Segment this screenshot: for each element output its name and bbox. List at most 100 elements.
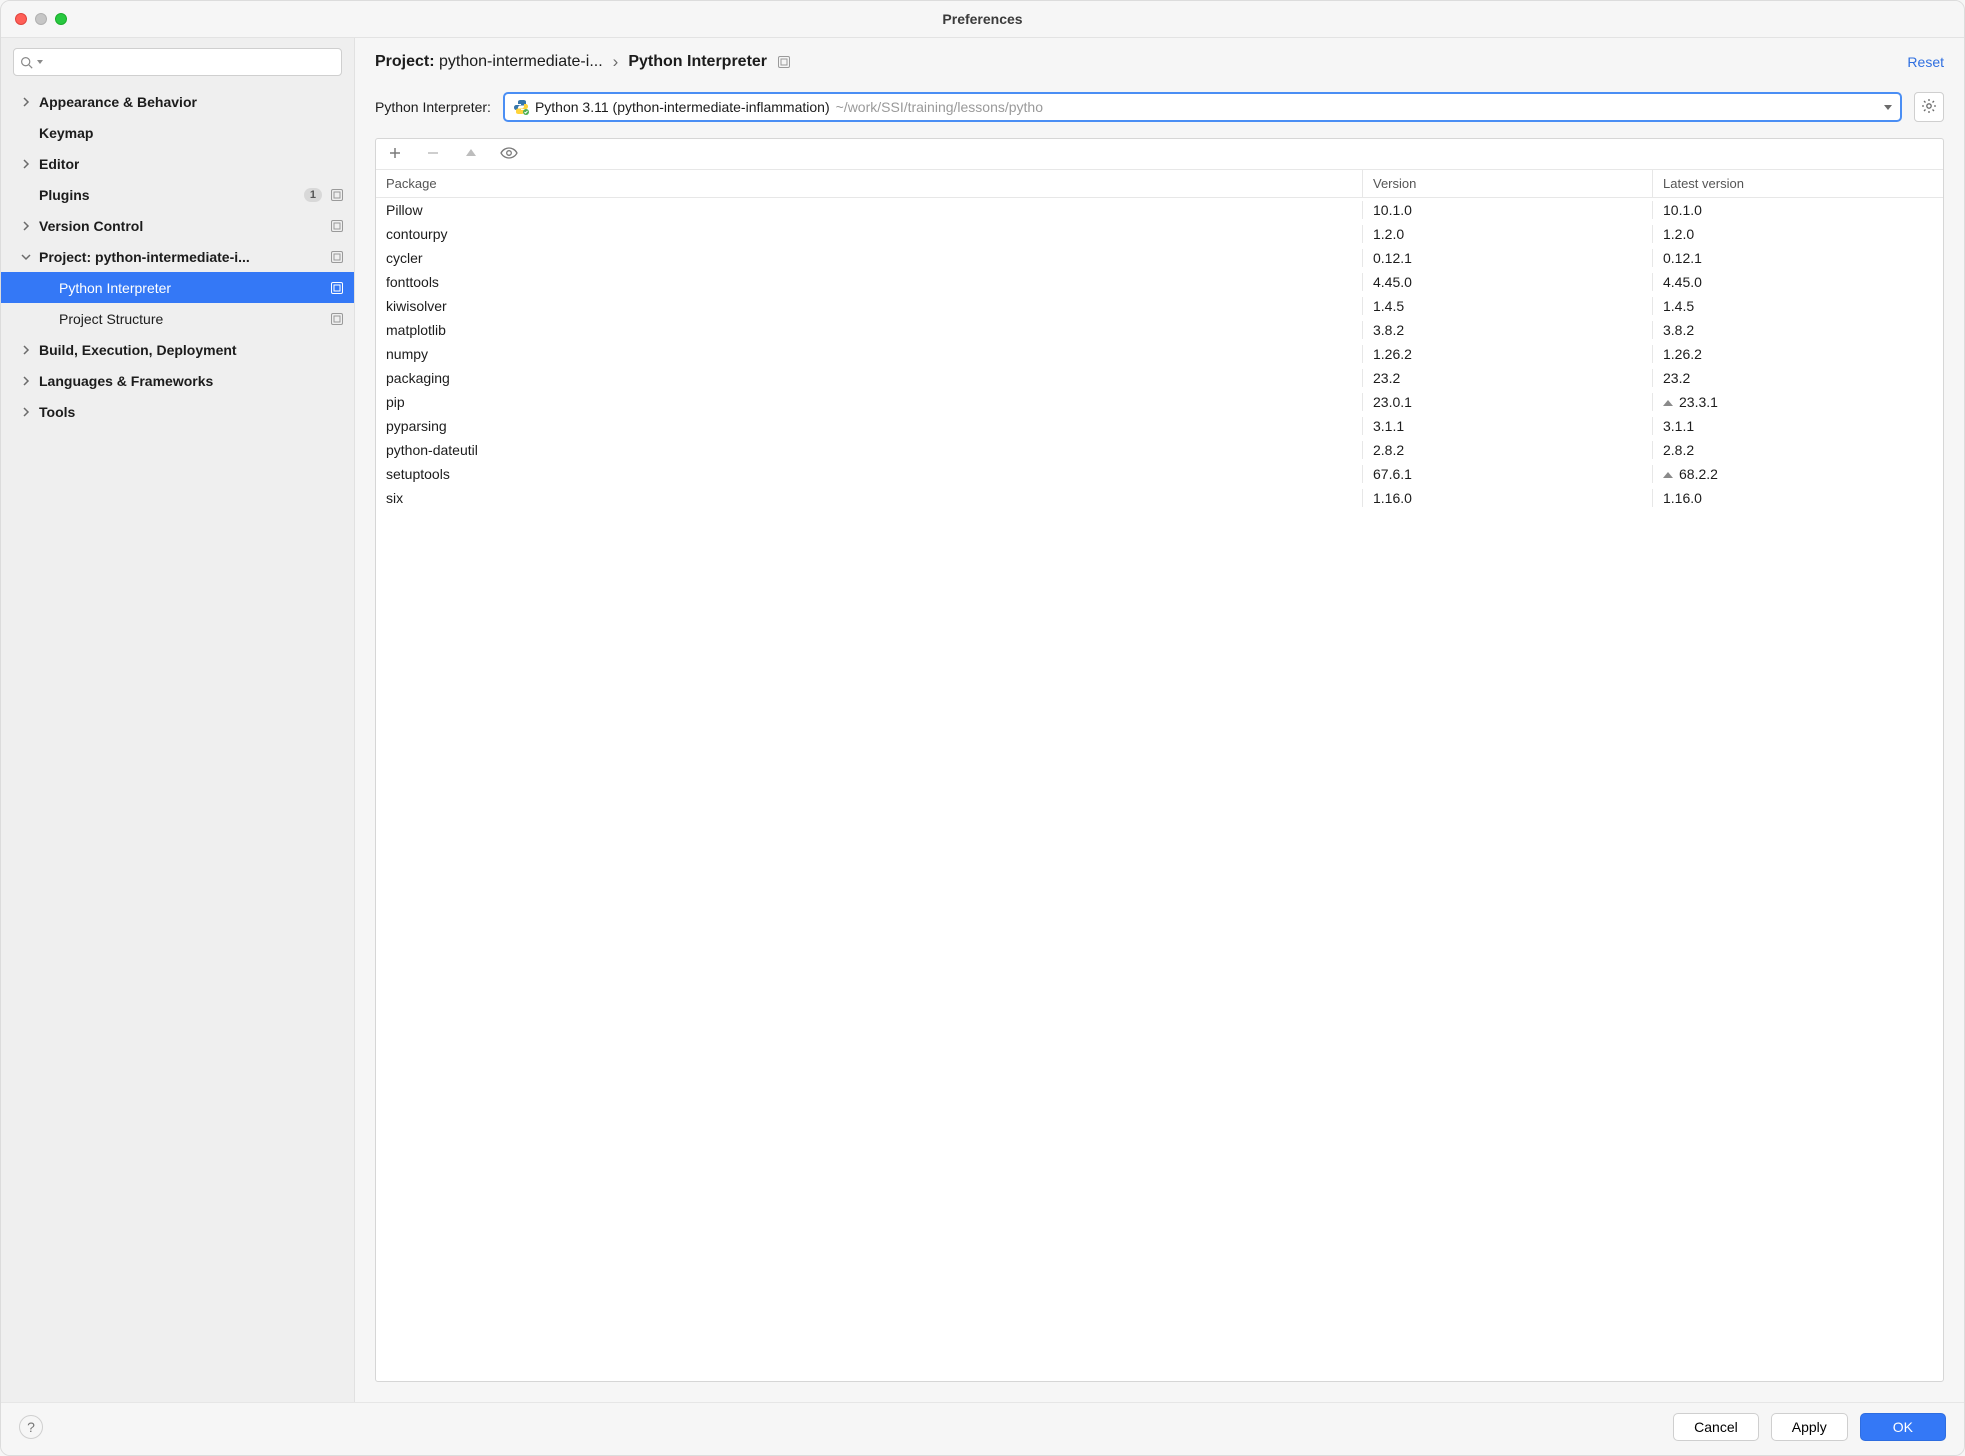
gear-icon [1921,98,1937,117]
cancel-button[interactable]: Cancel [1673,1413,1759,1441]
package-latest-value: 1.16.0 [1663,490,1702,506]
package-version: 4.45.0 [1363,273,1653,291]
breadcrumb-separator-icon: › [613,52,619,72]
package-version: 0.12.1 [1363,249,1653,267]
package-version: 23.2 [1363,369,1653,387]
package-name: numpy [376,345,1363,363]
preferences-window: Preferences Appearance & BehaviorKeymapE… [0,0,1965,1456]
package-name: six [376,489,1363,507]
sidebar-item[interactable]: Plugins1 [1,179,354,210]
package-row[interactable]: cycler0.12.10.12.1 [376,246,1943,270]
package-row[interactable]: packaging23.223.2 [376,366,1943,390]
packages-header-version[interactable]: Version [1363,170,1653,197]
package-latest-value: 68.2.2 [1679,466,1718,482]
package-latest-value: 3.8.2 [1663,322,1694,338]
package-version: 3.1.1 [1363,417,1653,435]
project-scope-icon [330,281,344,295]
packages-rows: Pillow10.1.010.1.0contourpy1.2.01.2.0cyc… [376,198,1943,1381]
search-box[interactable] [13,48,342,76]
sidebar-item[interactable]: Build, Execution, Deployment [1,334,354,365]
packages-header-package[interactable]: Package [376,170,1363,197]
search-input[interactable] [47,55,335,70]
package-name: kiwisolver [376,297,1363,315]
package-latest: 23.3.1 [1653,393,1943,411]
package-latest: 1.26.2 [1653,345,1943,363]
package-row[interactable]: setuptools67.6.168.2.2 [376,462,1943,486]
remove-package-button[interactable] [424,145,442,163]
sidebar-subitem[interactable]: Project Structure [1,303,354,334]
help-button[interactable]: ? [19,1415,43,1439]
sidebar-item[interactable]: Keymap [1,117,354,148]
sidebar: Appearance & BehaviorKeymapEditorPlugins… [1,38,355,1402]
package-row[interactable]: matplotlib3.8.23.8.2 [376,318,1943,342]
packages-toolbar [376,139,1943,169]
package-version: 67.6.1 [1363,465,1653,483]
packages-header: Package Version Latest version [376,169,1943,198]
add-package-button[interactable] [386,145,404,163]
package-latest: 1.4.5 [1653,297,1943,315]
disclosure-icon [21,253,31,261]
sidebar-item[interactable]: Version Control [1,210,354,241]
breadcrumb-project-prefix: Project: [375,53,439,70]
disclosure-icon [21,221,31,231]
project-scope-icon [330,250,344,264]
package-row[interactable]: contourpy1.2.01.2.0 [376,222,1943,246]
breadcrumb-project-name: python-intermediate-i... [439,53,603,70]
package-row[interactable]: six1.16.01.16.0 [376,486,1943,510]
package-latest-value: 2.8.2 [1663,442,1694,458]
breadcrumb-project[interactable]: Project: python-intermediate-i... [375,53,603,71]
reset-link[interactable]: Reset [1907,54,1944,70]
interpreter-label: Python Interpreter: [375,99,491,115]
sidebar-subitem[interactable]: Python Interpreter [1,272,354,303]
sidebar-item[interactable]: Project: python-intermediate-i... [1,241,354,272]
disclosure-icon [21,345,31,355]
package-row[interactable]: python-dateutil2.8.22.8.2 [376,438,1943,462]
ok-button[interactable]: OK [1860,1413,1946,1441]
sidebar-item-label: Languages & Frameworks [39,373,213,389]
sidebar-item[interactable]: Languages & Frameworks [1,365,354,396]
sidebar-item[interactable]: Appearance & Behavior [1,86,354,117]
minimize-window-button[interactable] [35,13,47,25]
interpreter-path: ~/work/SSI/training/lessons/pytho [836,99,1878,115]
interpreter-row: Python Interpreter: Python 3.11 (python-… [355,82,1964,138]
package-version: 23.0.1 [1363,393,1653,411]
interpreter-select[interactable]: Python 3.11 (python-intermediate-inflamm… [503,92,1902,122]
package-latest-value: 1.4.5 [1663,298,1694,314]
package-name: packaging [376,369,1363,387]
disclosure-icon [21,376,31,386]
upgrade-package-button[interactable] [462,145,480,163]
package-row[interactable]: pip23.0.123.3.1 [376,390,1943,414]
package-latest-value: 23.2 [1663,370,1690,386]
package-latest-value: 4.45.0 [1663,274,1702,290]
sidebar-item-label: Project: python-intermediate-i... [39,249,250,265]
package-row[interactable]: fonttools4.45.04.45.0 [376,270,1943,294]
package-row[interactable]: numpy1.26.21.26.2 [376,342,1943,366]
show-early-releases-button[interactable] [500,145,518,163]
package-row[interactable]: kiwisolver1.4.51.4.5 [376,294,1943,318]
sidebar-item[interactable]: Editor [1,148,354,179]
package-version: 2.8.2 [1363,441,1653,459]
package-version: 3.8.2 [1363,321,1653,339]
sidebar-item-label: Build, Execution, Deployment [39,342,237,358]
disclosure-icon [21,97,31,107]
package-version: 1.2.0 [1363,225,1653,243]
packages-header-latest[interactable]: Latest version [1653,170,1943,197]
package-latest: 1.16.0 [1653,489,1943,507]
apply-button[interactable]: Apply [1771,1413,1848,1441]
package-row[interactable]: pyparsing3.1.13.1.1 [376,414,1943,438]
project-scope-icon [330,219,344,233]
close-window-button[interactable] [15,13,27,25]
maximize-window-button[interactable] [55,13,67,25]
sidebar-item-label: Plugins [39,187,90,203]
sidebar-item-label: Python Interpreter [59,280,171,296]
interpreter-settings-button[interactable] [1914,92,1944,122]
package-latest-value: 0.12.1 [1663,250,1702,266]
project-scope-icon [330,312,344,326]
package-row[interactable]: Pillow10.1.010.1.0 [376,198,1943,222]
package-latest: 0.12.1 [1653,249,1943,267]
disclosure-icon [21,159,31,169]
body: Appearance & BehaviorKeymapEditorPlugins… [1,37,1964,1402]
sidebar-item[interactable]: Tools [1,396,354,427]
project-scope-icon [777,55,791,69]
search-options-caret-icon[interactable] [37,60,43,64]
